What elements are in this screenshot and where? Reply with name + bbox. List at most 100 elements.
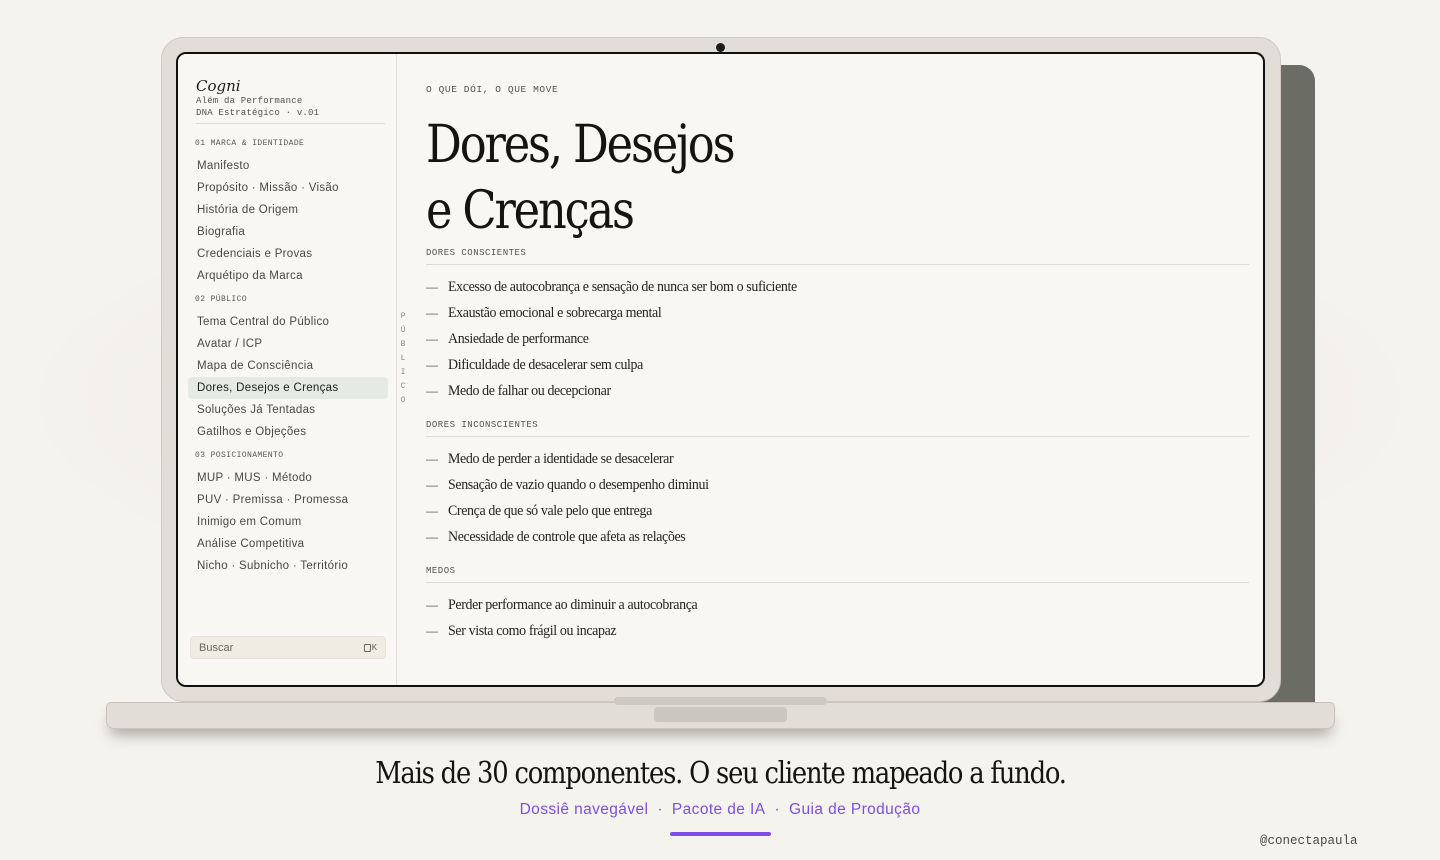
sidebar-item-historia-de-origem[interactable]: História de Origem (188, 199, 388, 221)
page-title: Dores, Desejos e Crenças (426, 112, 736, 244)
list-item: — Exaustão emocional e sobrecarga mental (426, 302, 1249, 328)
dash-icon: — (426, 280, 438, 294)
sidebar-item-mapa-de-consciencia[interactable]: Mapa de Consciência (188, 355, 388, 377)
search-input[interactable] (199, 641, 364, 654)
sidebar-item-solucoes-ja-tentadas[interactable]: Soluções Já Tentadas (188, 399, 388, 421)
brand-version: DNA Estratégico · v.01 (196, 108, 320, 118)
rail-letter: Ú (400, 326, 406, 335)
keyboard-shortcut: K (363, 642, 377, 653)
dash-icon: — (426, 478, 438, 492)
dash-icon: — (426, 332, 438, 346)
list-item-text: Ser vista como frágil ou incapaz (448, 623, 617, 639)
sidebar-item-analise-competitiva[interactable]: Análise Competitiva (188, 533, 388, 555)
page-eyebrow: O QUE DÓI, O QUE MOVE (426, 84, 559, 95)
sidebar-item-gatilhos-e-objecoes[interactable]: Gatilhos e Objeções (188, 421, 388, 443)
list-item-text: Crença de que só vale pelo que entrega (448, 503, 652, 519)
footer-tagline: Mais de 30 componentes. O seu cliente ma… (0, 756, 1440, 791)
group-items: — Perder performance ao diminuir a autoco… (426, 594, 1249, 646)
sidebar-item-tema-central-do-publico[interactable]: Tema Central do Público (188, 311, 388, 333)
list-item-text: Dificuldade de desacelerar sem culpa (448, 357, 643, 373)
sidebar-item-arquetipo-da-marca[interactable]: Arquétipo da Marca (188, 265, 388, 287)
dash-icon: — (426, 598, 438, 612)
content-group-dores-inconscientes: DORES INCONSCIENTES — Medo de perder a ide… (426, 418, 1249, 552)
list-item: — Crença de que só vale pelo que entrega (426, 500, 1249, 526)
rail-letter: L (400, 354, 406, 363)
list-item: — Medo de perder a identidade se desacele… (426, 448, 1249, 474)
laptop-hinge (614, 697, 827, 705)
sidebar-item-puv-premissa-promessa[interactable]: PUV · Premissa · Promessa (188, 489, 388, 511)
brand-name[interactable]: Cogni (196, 78, 385, 95)
list-item: — Perder performance ao diminuir a autoco… (426, 594, 1249, 620)
sidebar-item-mup-mus-metodo[interactable]: MUP · MUS · Método (188, 467, 388, 489)
list-item-text: Sensação de vazio quando o desempenho di… (448, 477, 709, 493)
group-items: — Excesso de autocobrança e sensação de n… (426, 276, 1249, 406)
sidebar: Cogni Além da Performance DNA Estratégic… (178, 54, 397, 685)
sidebar-item-avatar-icp[interactable]: Avatar / ICP (188, 333, 388, 355)
command-key-icon (363, 643, 371, 652)
page-title-line-2: e Crenças (426, 181, 635, 241)
laptop-notch (654, 707, 787, 722)
list-item: — Medo de falhar ou decepcionar (426, 380, 1249, 406)
list-item-text: Ansiedade de performance (448, 331, 589, 347)
list-item-text: Medo de perder a identidade se desaceler… (448, 451, 674, 467)
sidebar-section-title: 03 POSICIONAMENTO (195, 451, 284, 460)
group-items: — Medo de perder a identidade se desacele… (426, 448, 1249, 552)
group-title: MEDOS (426, 564, 1249, 583)
shortcut-key: K (371, 642, 377, 653)
group-title: DORES INCONSCIENTES (426, 418, 1249, 437)
dash-icon: — (426, 504, 438, 518)
list-item: — Excesso de autocobrança e sensação de n… (426, 276, 1249, 302)
list-item: — Necessidade de controle que afeta as re… (426, 526, 1249, 552)
list-item: — Sensação de vazio quando o desempenho d… (426, 474, 1249, 500)
group-title: DORES CONSCIENTES (426, 246, 1249, 265)
brand-tagline: Além da Performance (196, 96, 303, 106)
dash-icon: — (426, 358, 438, 372)
section-rail: PÚBLICO (399, 310, 407, 408)
sidebar-item-nicho-subnicho-territorio[interactable]: Nicho · Subnicho · Território (188, 555, 388, 577)
sidebar-item-biografia[interactable]: Biografia (188, 221, 388, 243)
list-item: — Ser vista como frágil ou incapaz (426, 620, 1249, 646)
footer-links: Dossiê navegável · Pacote de IA · Guia de Pr… (0, 801, 1440, 819)
social-handle[interactable]: @conectapaula (1260, 834, 1358, 848)
list-item-text: Excesso de autocobrança e sensação de nu… (448, 279, 797, 295)
dash-icon: — (426, 452, 438, 466)
list-item: — Dificuldade de desacelerar sem culpa (426, 354, 1249, 380)
link-separator: · (774, 801, 781, 818)
list-item-text: Exaustão emocional e sobrecarga mental (448, 305, 662, 321)
active-link-underline (670, 832, 771, 836)
sidebar-section-title: 01 MARCA & IDENTIDADE (195, 139, 305, 148)
camera-icon (716, 43, 725, 52)
page-title-line-1: Dores, Desejos (426, 115, 736, 175)
sidebar-item-dores-desejos-e-crencas[interactable]: Dores, Desejos e Crenças (188, 377, 388, 399)
search-box[interactable]: K (190, 636, 386, 659)
footer-link-dossie-navegavel[interactable]: Dossiê navegável (520, 801, 649, 818)
footer-tagline-text: Mais de 30 componentes. O seu cliente ma… (374, 756, 1067, 791)
content-group-medos: MEDOS — Perder performance ao diminuir a a… (426, 564, 1249, 646)
dash-icon: — (426, 306, 438, 320)
sidebar-item-inimigo-em-comum[interactable]: Inimigo em Comum (188, 511, 388, 533)
link-separator: · (657, 801, 663, 818)
rail-letter: C (400, 382, 406, 391)
list-item-text: Perder performance ao diminuir a autocob… (448, 597, 698, 613)
sidebar-item-proposito-missao-visao[interactable]: Propósito · Missão · Visão (188, 177, 388, 199)
dash-icon: — (426, 530, 438, 544)
laptop-screen: Cogni Além da Performance DNA Estratégic… (176, 52, 1265, 687)
list-item-text: Necessidade de controle que afeta as rel… (448, 529, 686, 545)
list-item: — Ansiedade de performance (426, 328, 1249, 354)
brand-block: Cogni Além da Performance DNA Estratégic… (196, 78, 385, 124)
main-content: O QUE DÓI, O QUE MOVE Dores, Desejos e C… (426, 54, 1249, 685)
list-item-text: Medo de falhar ou decepcionar (448, 383, 611, 399)
sidebar-nav: 01 MARCA & IDENTIDADE Manifesto Propósito … (188, 137, 388, 577)
rail-letter: I (400, 368, 406, 377)
sidebar-item-manifesto[interactable]: Manifesto (188, 155, 388, 177)
content-group-dores-conscientes: DORES CONSCIENTES — Excesso de autocobranç… (426, 246, 1249, 406)
rail-letter: B (400, 340, 406, 349)
sidebar-section-title: 02 PÚBLICO (195, 295, 248, 304)
footer-link-pacote-de-ia[interactable]: Pacote de IA (672, 801, 766, 818)
rail-letter: P (400, 312, 406, 321)
dash-icon: — (426, 624, 438, 638)
sidebar-item-credenciais-e-provas[interactable]: Credenciais e Provas (188, 243, 388, 265)
dash-icon: — (426, 384, 438, 398)
footer-link-guia-de-producao[interactable]: Guia de Produção (789, 801, 920, 818)
rail-letter: O (400, 396, 406, 405)
